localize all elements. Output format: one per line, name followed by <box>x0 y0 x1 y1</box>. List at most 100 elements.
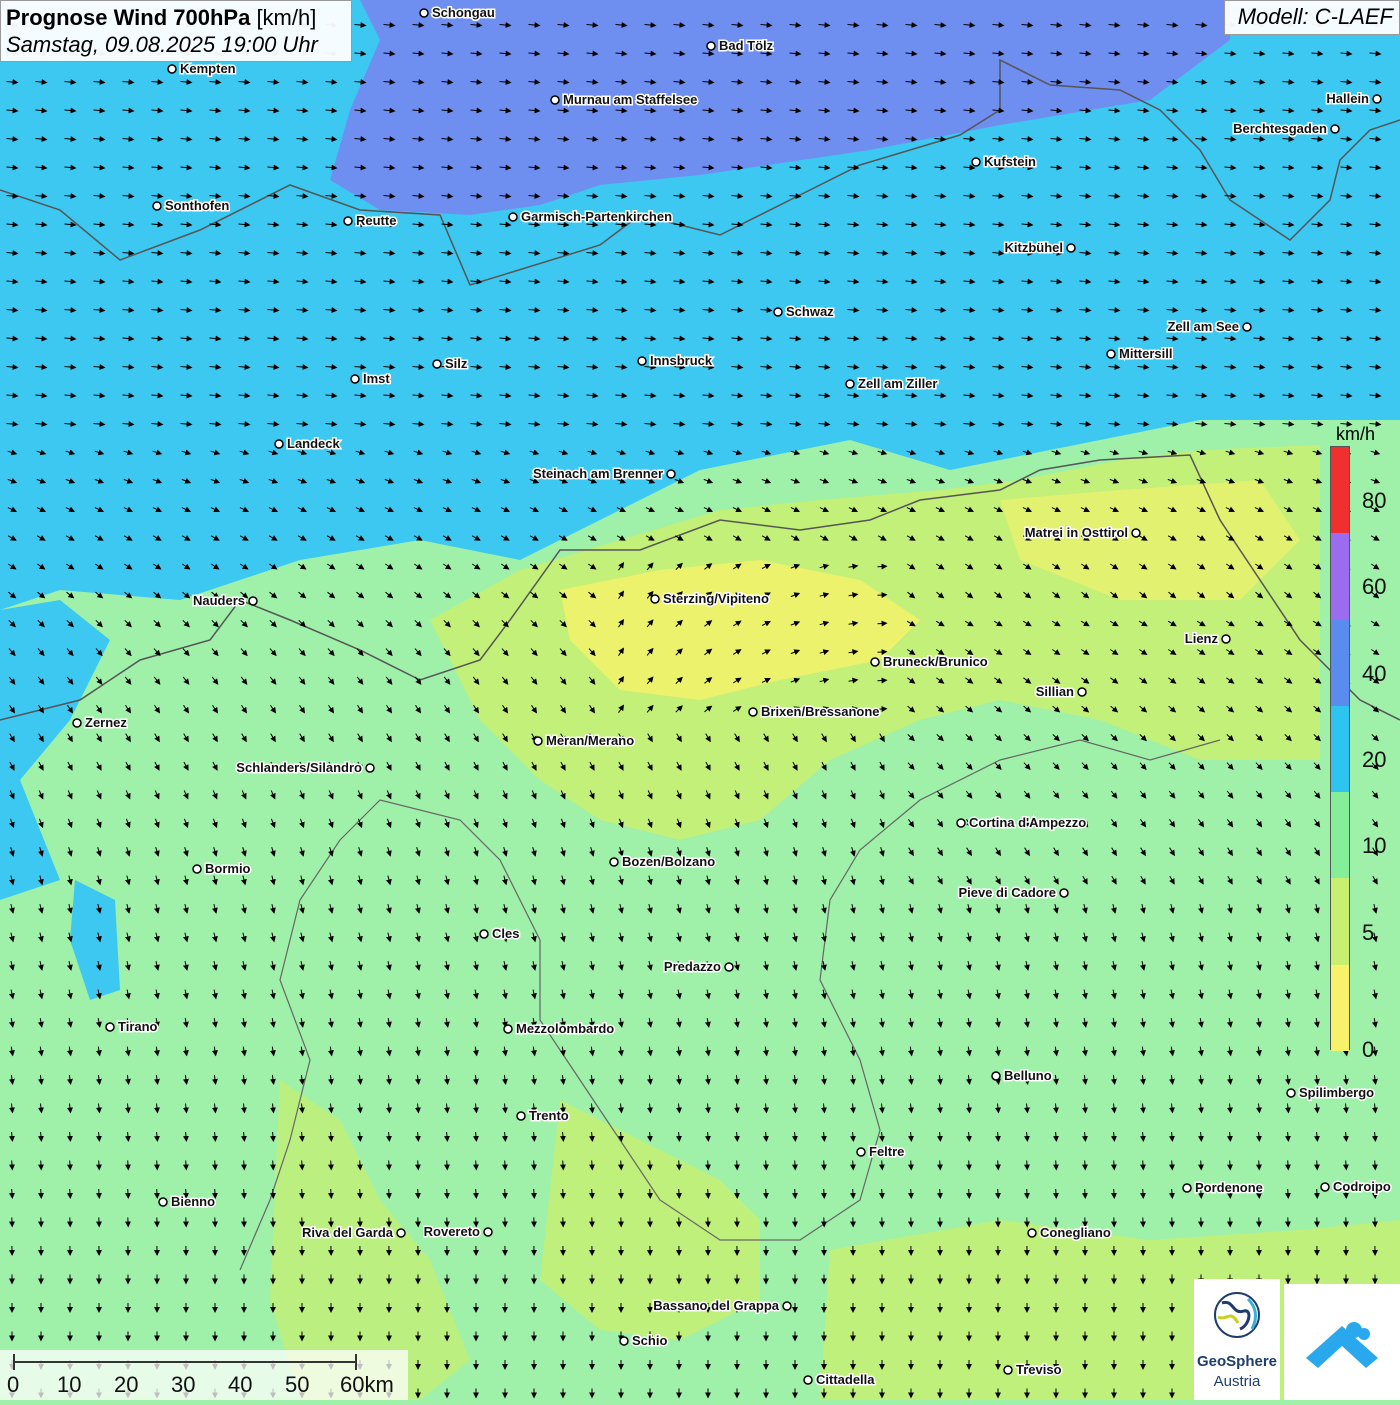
city-label: Conegliano <box>1040 1225 1111 1240</box>
city-dot <box>1060 889 1068 897</box>
city-label: Bienno <box>171 1194 215 1209</box>
wind-arrow <box>878 566 887 567</box>
wind-arrow <box>476 1161 477 1170</box>
wind-arrow <box>563 1161 564 1170</box>
city-label: Predazzo <box>664 959 721 974</box>
wind-arrow <box>331 1189 332 1198</box>
wind-arrow <box>273 1161 274 1170</box>
forecast-datetime: Samstag, 09.08.2025 19:00 Uhr <box>6 31 346 59</box>
wind-arrow <box>70 1161 71 1170</box>
wind-map: Schongau Bad Tölz Kempten Murnau am Staffel… <box>0 0 1400 1400</box>
wind-arrow <box>766 1161 767 1170</box>
wind-arrow <box>447 1189 448 1198</box>
wind-arrow <box>1114 1161 1115 1170</box>
city-dot <box>871 658 879 666</box>
legend-tick-label: 10 <box>1362 833 1386 859</box>
city-label: Treviso <box>1016 1362 1062 1377</box>
legend-segment <box>1331 965 1349 1051</box>
legend-tick-label: 0 <box>1362 1037 1374 1063</box>
city-dot <box>1107 350 1115 358</box>
wind-arrow <box>621 1161 622 1170</box>
wind-arrow <box>331 1161 332 1170</box>
legend-segment <box>1331 706 1349 792</box>
wind-arrow <box>1172 1161 1173 1170</box>
legend-segment <box>1331 620 1349 706</box>
city-label: Mittersill <box>1119 346 1172 361</box>
city-dot <box>480 930 488 938</box>
legend-segment <box>1331 533 1349 619</box>
legend-tick-label: 80 <box>1362 488 1386 514</box>
city-label: Murnau am Staffelsee <box>563 92 697 107</box>
city-label: Kufstein <box>984 154 1036 169</box>
legend-tick-label: 5 <box>1362 920 1374 946</box>
wind-arrow <box>1375 1161 1376 1170</box>
legend-segment <box>1331 878 1349 964</box>
wind-arrow <box>878 680 887 681</box>
city-label: Belluno <box>1004 1068 1052 1083</box>
city-dot <box>749 708 757 716</box>
city-label: Tirano <box>118 1019 158 1034</box>
city-label: Steinach am Brenner <box>533 466 663 481</box>
wind-arrow <box>650 1189 651 1198</box>
wind-arrow <box>1143 1189 1144 1198</box>
wind-arrow <box>650 1161 651 1170</box>
wind-arrow <box>1143 1161 1144 1170</box>
wind-arrow <box>563 1189 564 1198</box>
wind-arrow <box>186 1161 187 1170</box>
wind-arrow <box>389 1161 390 1170</box>
city-label: Sonthofen <box>165 198 229 213</box>
city-label: Hallein <box>1326 91 1369 106</box>
city-label: Pieve di Cadore <box>958 885 1056 900</box>
wind-arrow <box>795 1189 796 1198</box>
wind-arrow <box>1027 1189 1028 1198</box>
city-dot <box>957 819 965 827</box>
wind-arrow <box>1288 1189 1289 1198</box>
wind-arrow <box>273 1189 274 1198</box>
wind-arrow <box>1259 1161 1260 1170</box>
wind-arrow <box>998 1189 999 1198</box>
wind-arrow <box>418 1189 419 1198</box>
wind-arrow <box>302 1189 303 1198</box>
scale-label: 0 <box>7 1372 19 1398</box>
wind-arrow <box>592 1189 593 1198</box>
wind-arrow <box>969 1189 970 1198</box>
city-label: Mezzolombardo <box>516 1021 614 1036</box>
city-dot <box>551 96 559 104</box>
wind-arrow <box>1230 1161 1231 1170</box>
city-dot <box>433 360 441 368</box>
city-label: Kempten <box>180 61 236 76</box>
legend-color-bar <box>1330 446 1350 1050</box>
wind-arrow <box>878 652 887 653</box>
geosphere-logo: GeoSphere Austria <box>1194 1279 1280 1400</box>
city-dot <box>1183 1184 1191 1192</box>
city-label: Riva del Garda <box>302 1225 394 1240</box>
wind-arrow <box>1317 1189 1318 1198</box>
city-label: Schlanders/Silandro <box>236 760 362 775</box>
wind-arrow <box>302 1161 303 1170</box>
legend-segment <box>1331 447 1349 533</box>
city-label: Bad Tölz <box>719 38 774 53</box>
city-dot <box>275 440 283 448</box>
city-dot <box>725 963 733 971</box>
wind-arrow <box>795 1161 796 1170</box>
wind-arrow <box>1201 1161 1202 1170</box>
scale-label: 30 <box>171 1372 195 1398</box>
wind-arrow <box>157 1189 158 1198</box>
city-dot <box>972 158 980 166</box>
legend-tick-label: 60 <box>1362 574 1386 600</box>
city-label: Kitzbühel <box>1005 240 1064 255</box>
city-label: Zernez <box>85 715 127 730</box>
wind-arrow <box>621 1189 622 1198</box>
wind-arrow <box>476 1189 477 1198</box>
city-dot <box>159 1198 167 1206</box>
wind-arrow <box>244 1189 245 1198</box>
city-label: Lienz <box>1185 631 1219 646</box>
wind-arrow <box>157 1161 158 1170</box>
city-label: Sillian <box>1036 684 1074 699</box>
city-label: Zell am Ziller <box>858 376 937 391</box>
city-label: Schongau <box>432 5 495 20</box>
city-dot <box>193 865 201 873</box>
city-dot <box>1222 635 1230 643</box>
city-dot <box>783 1302 791 1310</box>
city-dot <box>153 202 161 210</box>
